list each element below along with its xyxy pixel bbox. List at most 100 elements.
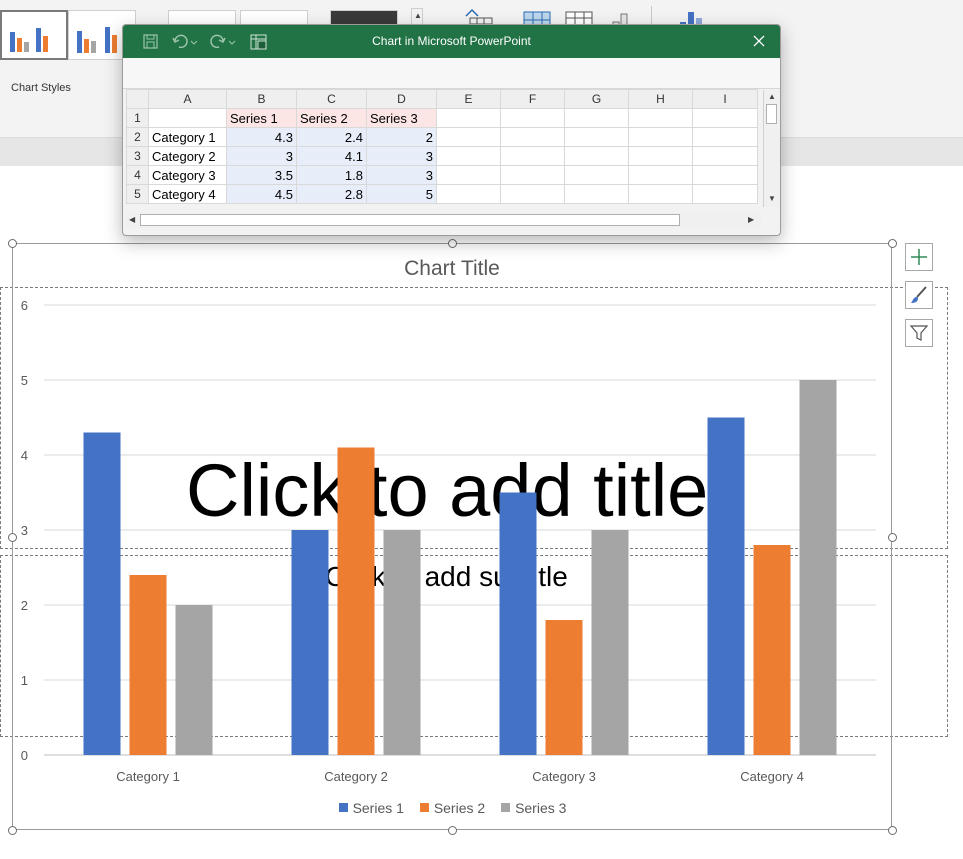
legend-label-series-3: Series 3 (515, 799, 567, 816)
cell-h5[interactable] (628, 184, 693, 204)
close-button[interactable] (748, 31, 770, 51)
sheet-row-3: 3 Category 2 3 4.1 3 (126, 146, 758, 166)
cell-d3[interactable]: 3 (366, 146, 437, 166)
horizontal-scrollbar[interactable]: ◀ ▶ (126, 213, 762, 228)
select-all-corner[interactable] (126, 89, 149, 109)
scroll-down-icon[interactable]: ▼ (768, 194, 776, 203)
scroll-right-icon[interactable]: ▶ (748, 215, 754, 224)
cell-a1[interactable] (148, 108, 227, 128)
formula-bar[interactable] (123, 58, 780, 89)
cell-h3[interactable] (628, 146, 693, 166)
cell-f4[interactable] (500, 165, 565, 185)
bar-series-1-category-1[interactable] (83, 432, 121, 756)
chart-styles-button[interactable] (905, 281, 933, 309)
cell-a4[interactable]: Category 3 (148, 165, 227, 185)
cell-h4[interactable] (628, 165, 693, 185)
window-title: Chart in Microsoft PowerPoint (372, 34, 531, 48)
column-header-b[interactable]: B (226, 89, 297, 109)
cell-h2[interactable] (628, 127, 693, 147)
legend-item-series-1: Series 1 (338, 800, 404, 816)
cell-g2[interactable] (564, 127, 629, 147)
column-header-a[interactable]: A (148, 89, 227, 109)
cell-b1[interactable]: Series 1 (226, 108, 297, 128)
cell-d5[interactable]: 5 (366, 184, 437, 204)
vertical-scrollbar[interactable]: ▲ ▼ (763, 90, 780, 207)
bar-series-2-category-3[interactable] (545, 620, 583, 755)
cell-f1[interactable] (500, 108, 565, 128)
column-header-e[interactable]: E (436, 89, 501, 109)
cell-i1[interactable] (692, 108, 758, 128)
column-header-c[interactable]: C (296, 89, 367, 109)
cell-b2[interactable]: 4.3 (226, 127, 297, 147)
window-titlebar[interactable]: Chart in Microsoft PowerPoint (123, 25, 780, 58)
row-header-2[interactable]: 2 (126, 127, 149, 147)
row-header-5[interactable]: 5 (126, 184, 149, 204)
cell-g4[interactable] (564, 165, 629, 185)
column-header-i[interactable]: I (692, 89, 758, 109)
close-icon (753, 35, 765, 47)
legend-item-series-3: Series 3 (501, 800, 566, 816)
cell-b4[interactable]: 3.5 (226, 165, 297, 185)
scroll-up-icon[interactable]: ▲ (768, 92, 776, 101)
cell-e4[interactable] (436, 165, 501, 185)
spreadsheet-grid[interactable]: A B C D E F G H I 1 Series 1 Series 2 Se… (126, 89, 758, 204)
x-axis-tick-label: Category 2 (324, 769, 388, 784)
cell-a3[interactable]: Category 2 (148, 146, 227, 166)
scroll-left-icon[interactable]: ◀ (129, 215, 135, 224)
column-header-f[interactable]: F (500, 89, 565, 109)
cell-e1[interactable] (436, 108, 501, 128)
chart-legend[interactable]: Series 1 Series 2 Series 3 (0, 799, 905, 816)
column-header-h[interactable]: H (628, 89, 693, 109)
bar-series-3-category-2[interactable] (383, 530, 421, 755)
chart-filter-icon (909, 325, 929, 341)
cell-g3[interactable] (564, 146, 629, 166)
column-header-g[interactable]: G (564, 89, 629, 109)
cell-c3[interactable]: 4.1 (296, 146, 367, 166)
bar-series-3-category-1[interactable] (175, 605, 213, 755)
bar-series-1-category-4[interactable] (707, 417, 745, 756)
bar-series-2-category-1[interactable] (129, 575, 167, 755)
chart-data-window[interactable]: Chart in Microsoft PowerPoint A B C D E … (122, 24, 781, 236)
cell-a2[interactable]: Category 1 (148, 127, 227, 147)
cell-i3[interactable] (692, 146, 758, 166)
cell-e5[interactable] (436, 184, 501, 204)
vertical-scroll-thumb[interactable] (766, 104, 777, 124)
cell-g1[interactable] (564, 108, 629, 128)
horizontal-scroll-thumb[interactable] (140, 214, 680, 226)
cell-f3[interactable] (500, 146, 565, 166)
cell-e3[interactable] (436, 146, 501, 166)
column-header-d[interactable]: D (366, 89, 437, 109)
cell-b5[interactable]: 4.5 (226, 184, 297, 204)
chart-filters-button[interactable] (905, 319, 933, 347)
bar-series-1-category-3[interactable] (499, 492, 537, 756)
cell-c1[interactable]: Series 2 (296, 108, 367, 128)
bar-series-3-category-4[interactable] (799, 380, 837, 755)
cell-f2[interactable] (500, 127, 565, 147)
cell-g5[interactable] (564, 184, 629, 204)
cell-e2[interactable] (436, 127, 501, 147)
bar-series-2-category-2[interactable] (337, 447, 375, 756)
cell-i2[interactable] (692, 127, 758, 147)
cell-a5[interactable]: Category 4 (148, 184, 227, 204)
cell-d4[interactable]: 3 (366, 165, 437, 185)
row-header-4[interactable]: 4 (126, 165, 149, 185)
cell-f5[interactable] (500, 184, 565, 204)
legend-item-series-2: Series 2 (419, 800, 485, 816)
cell-d2[interactable]: 2 (366, 127, 437, 147)
cell-h1[interactable] (628, 108, 693, 128)
cell-d1[interactable]: Series 3 (366, 108, 437, 128)
sheet-row-1: 1 Series 1 Series 2 Series 3 (126, 108, 758, 128)
bar-series-1-category-2[interactable] (291, 530, 329, 755)
row-header-1[interactable]: 1 (126, 108, 149, 128)
cell-i4[interactable] (692, 165, 758, 185)
row-header-3[interactable]: 3 (126, 146, 149, 166)
cell-i5[interactable] (692, 184, 758, 204)
add-chart-element-icon (911, 249, 927, 265)
cell-c2[interactable]: 2.4 (296, 127, 367, 147)
chart-elements-button[interactable] (905, 243, 933, 271)
cell-b3[interactable]: 3 (226, 146, 297, 166)
bar-series-3-category-3[interactable] (591, 530, 629, 755)
cell-c5[interactable]: 2.8 (296, 184, 367, 204)
cell-c4[interactable]: 1.8 (296, 165, 367, 185)
bar-series-2-category-4[interactable] (753, 545, 791, 755)
